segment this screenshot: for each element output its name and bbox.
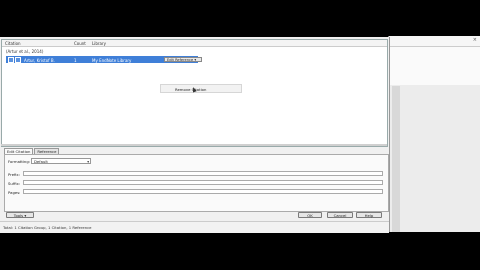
column-header-library[interactable]: Library [92, 41, 106, 46]
edit-citation-pane: Formatting: Default ▾ Prefix: Suffix: Pa… [4, 154, 389, 212]
citation-group-row[interactable]: (Artur et al., 2014) [6, 49, 43, 54]
pages-label: Pages: [8, 190, 21, 195]
down-arrow-icon[interactable] [15, 57, 21, 63]
formatting-select[interactable]: Default ▾ [31, 158, 91, 164]
splitter[interactable] [1, 144, 387, 146]
formatting-label: Formatting: [8, 159, 31, 164]
citation-count: 1 [74, 57, 77, 63]
background-window: × [388, 36, 480, 232]
column-header-citation[interactable]: Citation [5, 41, 21, 46]
ok-button[interactable]: OK [298, 212, 322, 218]
up-arrow-icon[interactable] [8, 57, 14, 63]
suffix-input[interactable] [23, 180, 383, 185]
prefix-input[interactable] [23, 171, 383, 176]
chevron-down-icon: ▾ [87, 160, 89, 164]
background-panel [389, 47, 480, 85]
list-header: Citation Count Library [2, 40, 387, 47]
cancel-button[interactable]: Cancel [327, 212, 353, 218]
pages-input[interactable] [23, 189, 383, 194]
citation-row-selected[interactable]: Artur, Kristof B. 1 My EndNote Library E… [6, 56, 202, 63]
background-scroll-strip [392, 86, 400, 232]
prefix-label: Prefix: [8, 172, 20, 177]
edit-manage-citations-dialog: Citation Count Library (Artur et al., 20… [0, 37, 390, 233]
status-text: Total: 1 Citation Group, 1 Citation, 1 R… [3, 225, 92, 230]
background-title-bar: × [389, 36, 480, 47]
column-header-count[interactable]: Count [74, 41, 86, 46]
citation-text: Artur, Kristof B. [24, 57, 55, 63]
close-icon[interactable]: × [473, 37, 477, 43]
help-button[interactable]: Help [356, 212, 382, 218]
citation-library: My EndNote Library [92, 57, 132, 63]
status-bar: Total: 1 Citation Group, 1 Citation, 1 R… [0, 221, 389, 233]
context-menu: Remove Citation [160, 84, 242, 93]
citation-list: Citation Count Library (Artur et al., 20… [1, 39, 388, 147]
tools-button[interactable]: Tools ▾ [6, 212, 34, 218]
edit-reference-button[interactable]: Edit Reference ▾ [164, 56, 202, 62]
formatting-value: Default [34, 159, 48, 164]
suffix-label: Suffix: [8, 181, 21, 186]
